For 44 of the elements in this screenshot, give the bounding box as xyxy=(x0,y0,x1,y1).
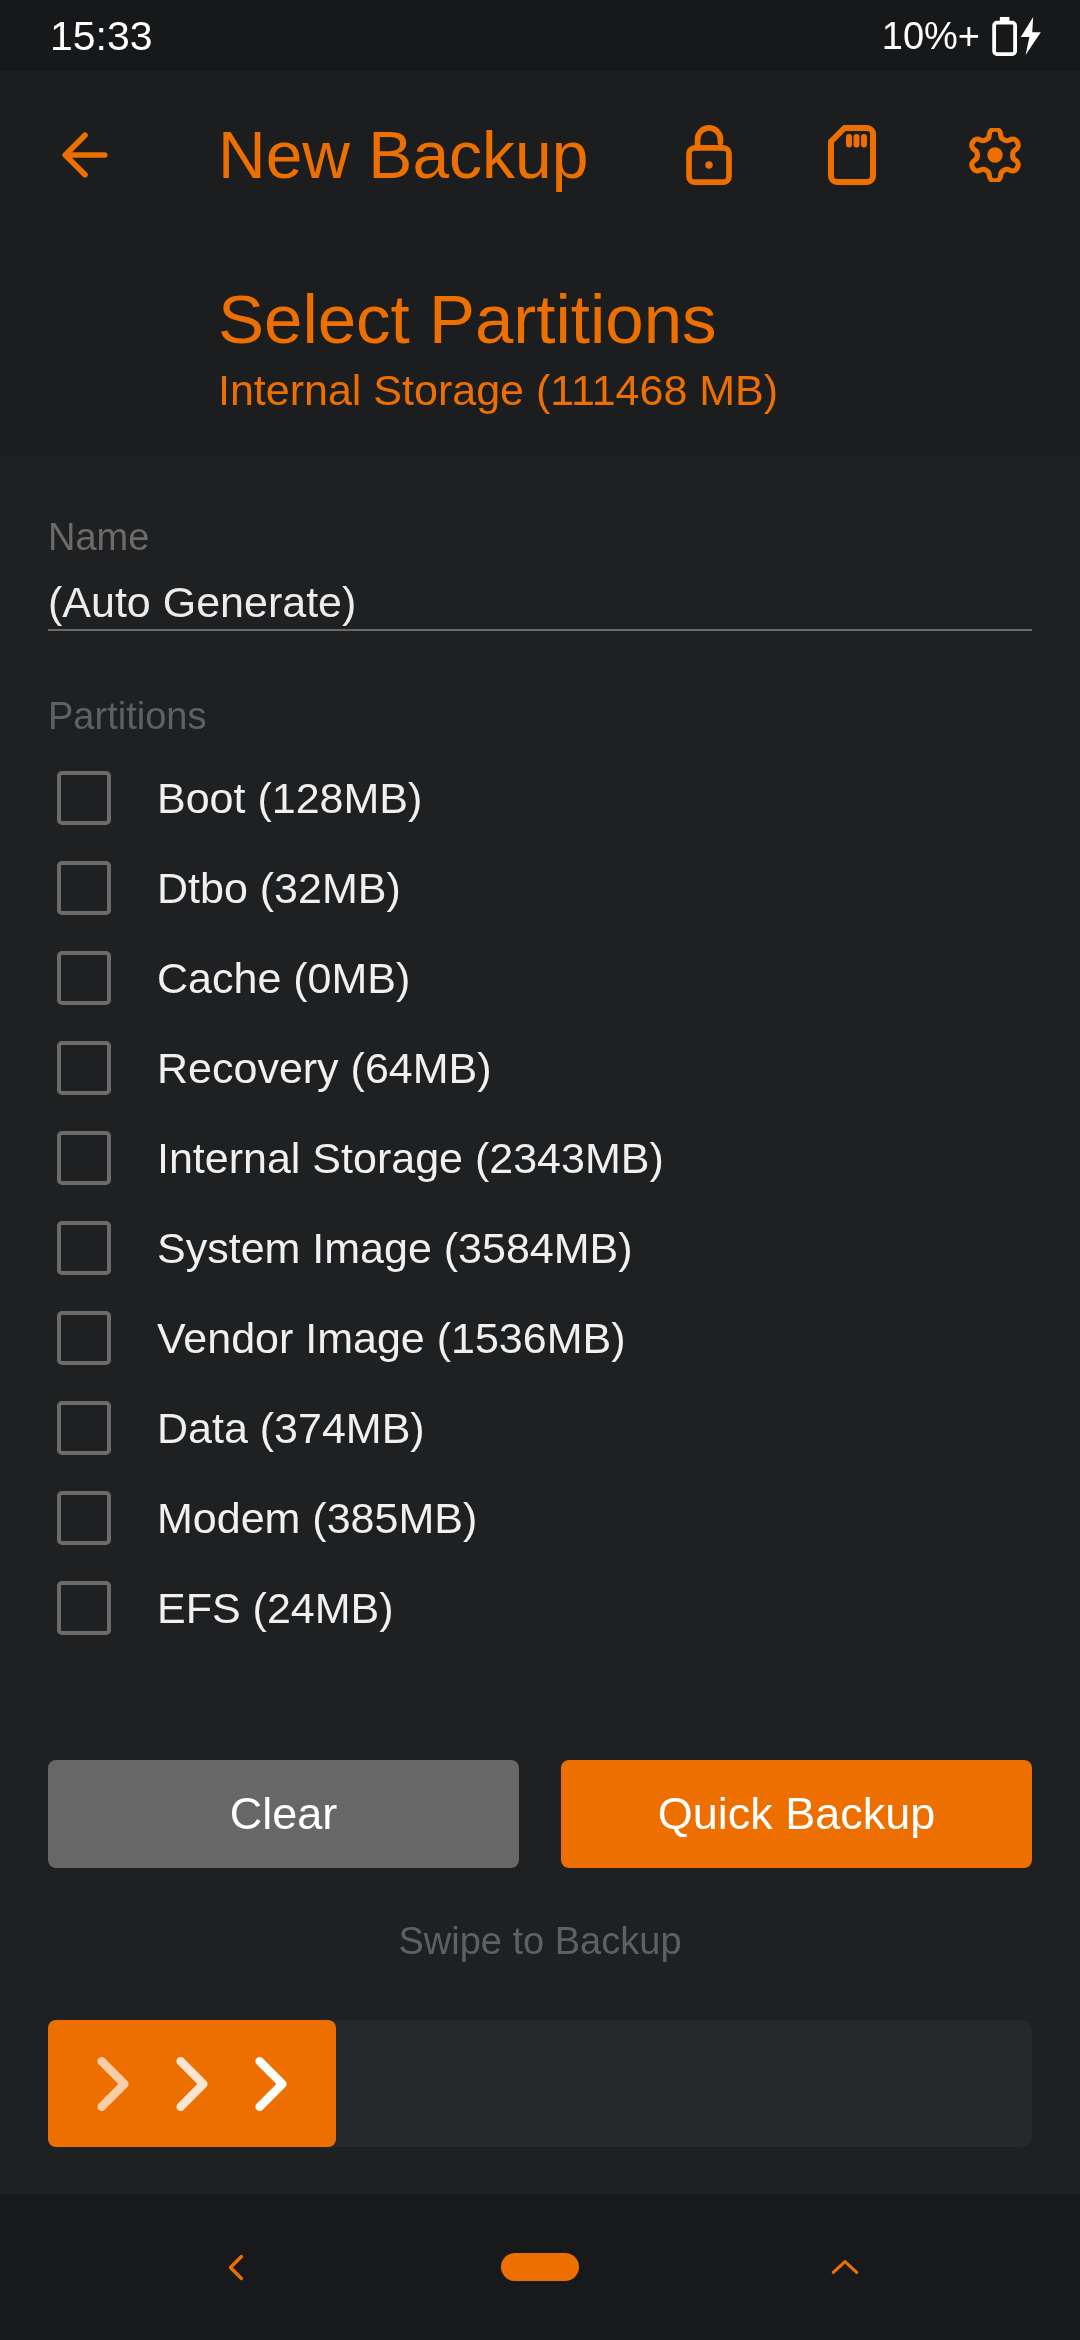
chevron-left-icon[interactable] xyxy=(226,2253,244,2281)
swipe-track[interactable] xyxy=(48,2020,1032,2147)
status-time: 15:33 xyxy=(50,11,153,61)
partition-label: Dtbo (32MB) xyxy=(157,863,401,914)
back-icon[interactable] xyxy=(61,131,109,179)
checkbox[interactable] xyxy=(57,951,111,1005)
chevron-right-icon xyxy=(175,2054,209,2113)
chevron-right-icon xyxy=(254,2054,288,2113)
field-label: Name xyxy=(48,515,150,559)
checkbox[interactable] xyxy=(57,1311,111,1365)
partition-label: Modem (385MB) xyxy=(157,1493,478,1544)
battery-charging-icon xyxy=(992,15,1042,56)
partition-label: Boot (128MB) xyxy=(157,773,423,824)
section-label: Partitions xyxy=(48,694,207,738)
checkbox[interactable] xyxy=(57,1401,111,1455)
checkbox[interactable] xyxy=(57,771,111,825)
battery-percentage: 10%+ xyxy=(881,13,980,59)
partition-label: Vendor Image (1536MB) xyxy=(157,1313,626,1364)
swipe-handle[interactable] xyxy=(48,2020,336,2147)
partition-label: Cache (0MB) xyxy=(157,953,411,1004)
checkbox[interactable] xyxy=(57,1041,111,1095)
partition-label: Data (374MB) xyxy=(157,1403,425,1454)
section-heading: Select Partitions xyxy=(218,280,717,360)
checkbox[interactable] xyxy=(57,1581,111,1635)
backup-button[interactable]: Quick Backup xyxy=(561,1760,1032,1868)
checkbox[interactable] xyxy=(57,1491,111,1545)
padlock-icon[interactable] xyxy=(686,125,732,185)
partition-label: Recovery (64MB) xyxy=(157,1043,492,1094)
storage-info: Internal Storage (111468 MB) xyxy=(218,365,779,415)
partition-label: System Image (3584MB) xyxy=(157,1223,633,1274)
clear-button[interactable]: Clear xyxy=(48,1760,519,1868)
screen-title: New Backup xyxy=(218,117,589,194)
checkbox[interactable] xyxy=(57,1221,111,1275)
partition-label: EFS (24MB) xyxy=(157,1583,394,1634)
swipe-hint: Swipe to Backup xyxy=(398,1919,682,1963)
sd-card-icon[interactable] xyxy=(828,125,876,185)
settings-icon[interactable] xyxy=(968,128,1022,182)
chevron-up-icon[interactable] xyxy=(831,2259,859,2275)
checkbox[interactable] xyxy=(57,1131,111,1185)
chevron-right-icon xyxy=(96,2054,130,2113)
partition-label: Internal Storage (2343MB) xyxy=(157,1133,664,1184)
home-pill-icon[interactable] xyxy=(501,2253,579,2281)
checkbox[interactable] xyxy=(57,861,111,915)
name-input[interactable]: (Auto Generate) xyxy=(48,575,1032,631)
